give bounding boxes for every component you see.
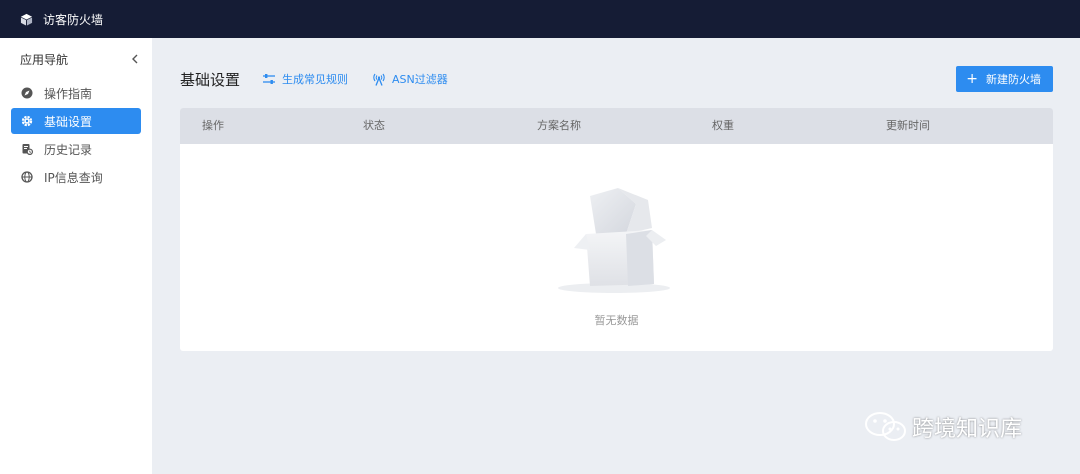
generate-rules-link[interactable]: 生成常见规则	[262, 71, 348, 87]
asn-filter-label: ASN过滤器	[392, 73, 448, 86]
globe-icon	[21, 171, 33, 183]
sidebar-heading: 应用导航	[20, 52, 69, 67]
antenna-icon	[372, 72, 386, 86]
watermark-text: 跨境知识库	[912, 417, 1023, 442]
page-header: 基础设置 生成常见规则 ASN过滤器 + 新建防火墙	[180, 66, 1053, 92]
compass-icon	[21, 87, 33, 99]
table-header: 操作 状态 方案名称 权重 更新时间	[180, 108, 1053, 144]
new-firewall-button[interactable]: + 新建防火墙	[956, 66, 1053, 92]
sidebar-item-basic-settings[interactable]: 基础设置	[11, 108, 141, 134]
plus-icon: +	[966, 71, 978, 87]
sidebar-item-guide[interactable]: 操作指南	[11, 80, 141, 106]
page-title: 基础设置	[180, 70, 241, 89]
gear-icon	[21, 115, 33, 127]
column-header-action: 操作	[202, 119, 224, 132]
sidebar-item-label: IP信息查询	[44, 170, 103, 185]
column-header-status: 状态	[363, 119, 385, 132]
sidebar-item-label: 操作指南	[44, 86, 93, 101]
sidebar: 应用导航 操作指南 基础设置 历史记录 IP信息查询	[0, 38, 152, 474]
wechat-icon	[865, 412, 906, 441]
asn-filter-link[interactable]: ASN过滤器	[372, 71, 448, 87]
rules-table: 操作 状态 方案名称 权重 更新时间 暂无数据	[180, 108, 1053, 351]
history-doc-icon	[21, 143, 33, 155]
sidebar-header: 应用导航	[0, 38, 152, 80]
sliders-icon	[262, 72, 276, 86]
top-bar: 访客防火墙	[0, 0, 1080, 38]
generate-rules-label: 生成常见规则	[282, 73, 349, 86]
empty-text: 暂无数据	[594, 314, 639, 327]
empty-box-icon	[556, 178, 672, 296]
cube-logo-icon	[20, 13, 33, 26]
new-firewall-label: 新建防火墙	[986, 73, 1041, 86]
app-title: 访客防火墙	[43, 12, 104, 27]
column-header-scheme-name: 方案名称	[537, 119, 581, 132]
sidebar-item-label: 基础设置	[44, 114, 93, 129]
empty-state: 暂无数据	[180, 144, 1053, 351]
main-content: 基础设置 生成常见规则 ASN过滤器 + 新建防火墙 操作 状态 方案名称 权重…	[152, 38, 1080, 474]
watermark: 跨境知识库	[864, 410, 1022, 444]
column-header-weight: 权重	[712, 119, 734, 132]
sidebar-item-history[interactable]: 历史记录	[11, 136, 141, 162]
sidebar-item-label: 历史记录	[44, 142, 93, 157]
column-header-updated-time: 更新时间	[886, 119, 930, 132]
collapse-chevron-icon[interactable]	[128, 52, 142, 66]
sidebar-item-ip-lookup[interactable]: IP信息查询	[11, 164, 141, 190]
